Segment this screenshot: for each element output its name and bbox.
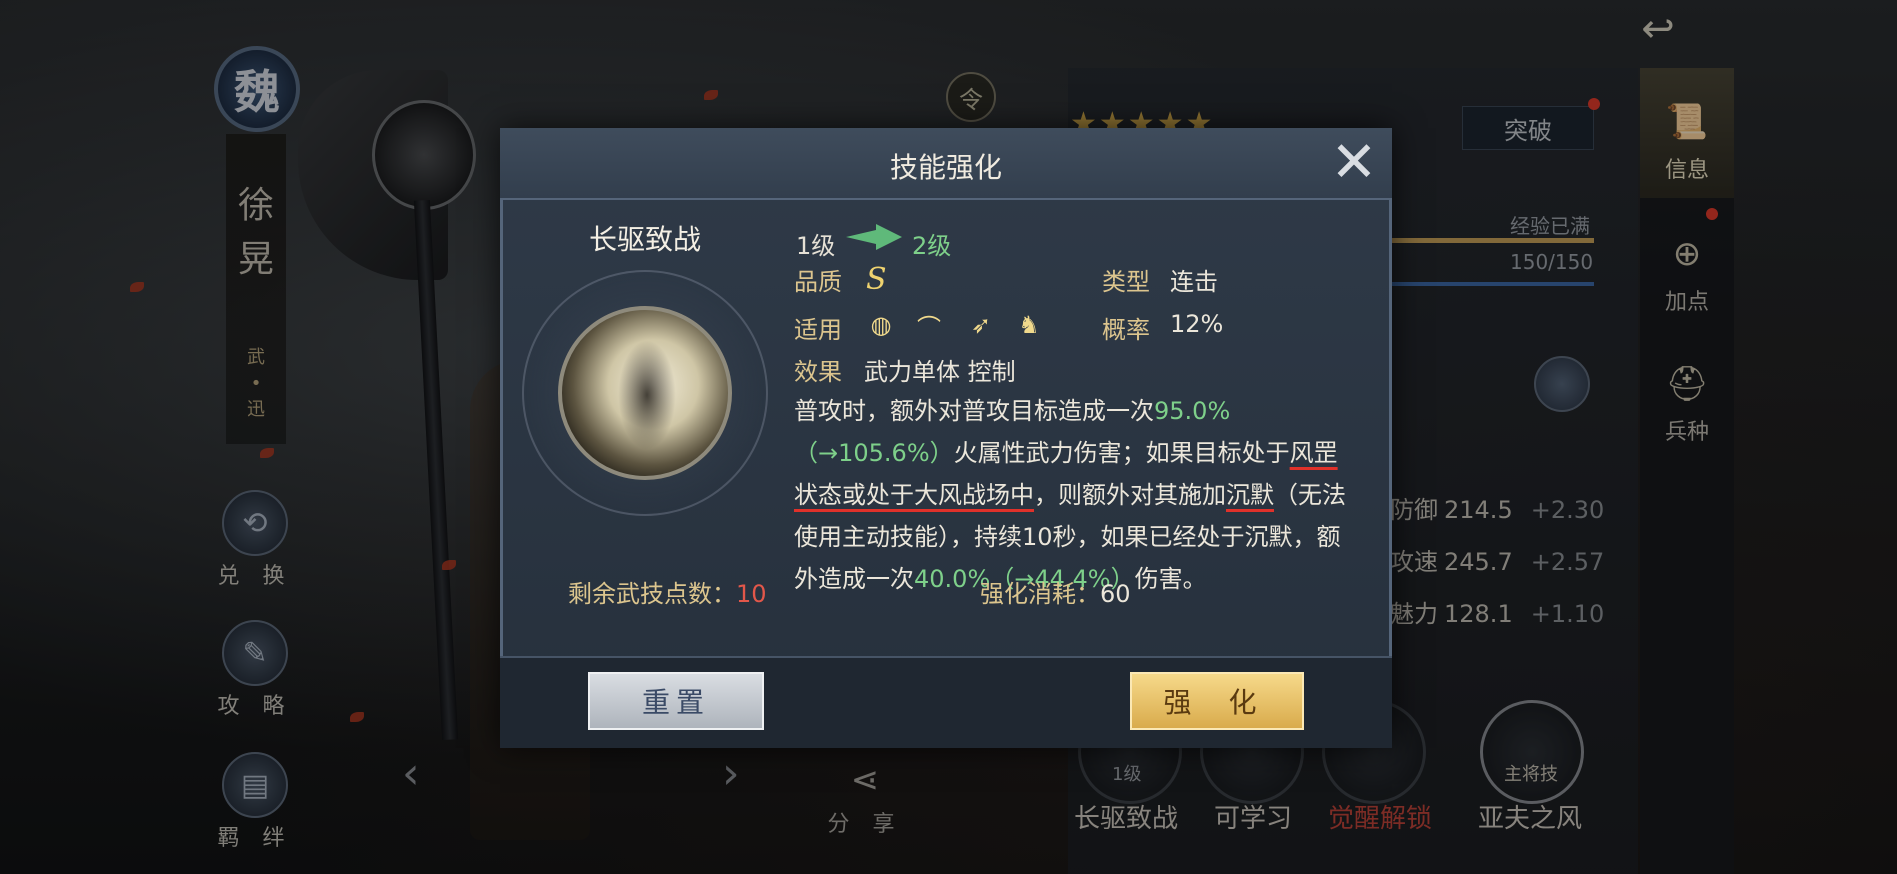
level-arrow-icon: [846, 224, 902, 250]
level-to: 2级: [912, 232, 952, 260]
desc-value-next: （→105.6%）: [794, 439, 954, 467]
effect-value: 武力单体 控制: [864, 358, 1016, 386]
desc-value: 40.0%: [914, 565, 991, 593]
upgrade-button[interactable]: 强 化: [1130, 672, 1304, 730]
effect-label: 效果: [794, 358, 842, 386]
type-value: 连击: [1170, 268, 1218, 296]
quality-value: S: [866, 262, 887, 297]
reset-button[interactable]: 重置: [588, 672, 764, 730]
upgrade-cost: 强化消耗：60: [980, 574, 1131, 609]
remaining-points: 剩余武技点数：10: [568, 574, 767, 609]
apply-label: 适用: [794, 316, 842, 344]
chance-value: 12%: [1170, 310, 1224, 338]
dialog-title: 技能强化: [889, 151, 1002, 184]
desc-value: 95.0%: [1154, 397, 1231, 425]
shield-icon: ◍: [870, 311, 892, 339]
level-from: 1级: [796, 232, 836, 260]
desc-text: 伤害。: [1134, 565, 1207, 593]
spear-icon: ➶: [970, 311, 992, 339]
points-label: 剩余武技点数：: [568, 580, 736, 608]
type-label: 类型: [1102, 268, 1150, 296]
desc-text: 普攻时，额外对普攻目标造成一次: [794, 397, 1154, 425]
desc-highlight: 沉默: [1226, 481, 1274, 509]
close-button[interactable]: ✕: [1322, 129, 1386, 195]
skill-description: 普攻时，额外对普攻目标造成一次95.0% （→105.6%）火属性武力伤害；如果目…: [794, 390, 1350, 600]
skill-icon-figure: [618, 340, 676, 450]
cost-label: 强化消耗：: [980, 580, 1100, 608]
skill-name: 长驱致战: [588, 223, 701, 256]
horse-icon: ♞: [1018, 311, 1040, 339]
desc-text: 火属性武力伤害；如果目标处于: [953, 439, 1290, 467]
cost-value: 60: [1100, 580, 1131, 608]
bow-icon: ⌒: [917, 313, 941, 342]
desc-text: ，则额外对其施加: [1034, 481, 1226, 509]
close-icon: ✕: [1330, 129, 1378, 195]
quality-label: 品质: [794, 268, 842, 296]
points-value: 10: [736, 580, 767, 608]
chance-label: 概率: [1102, 316, 1150, 344]
